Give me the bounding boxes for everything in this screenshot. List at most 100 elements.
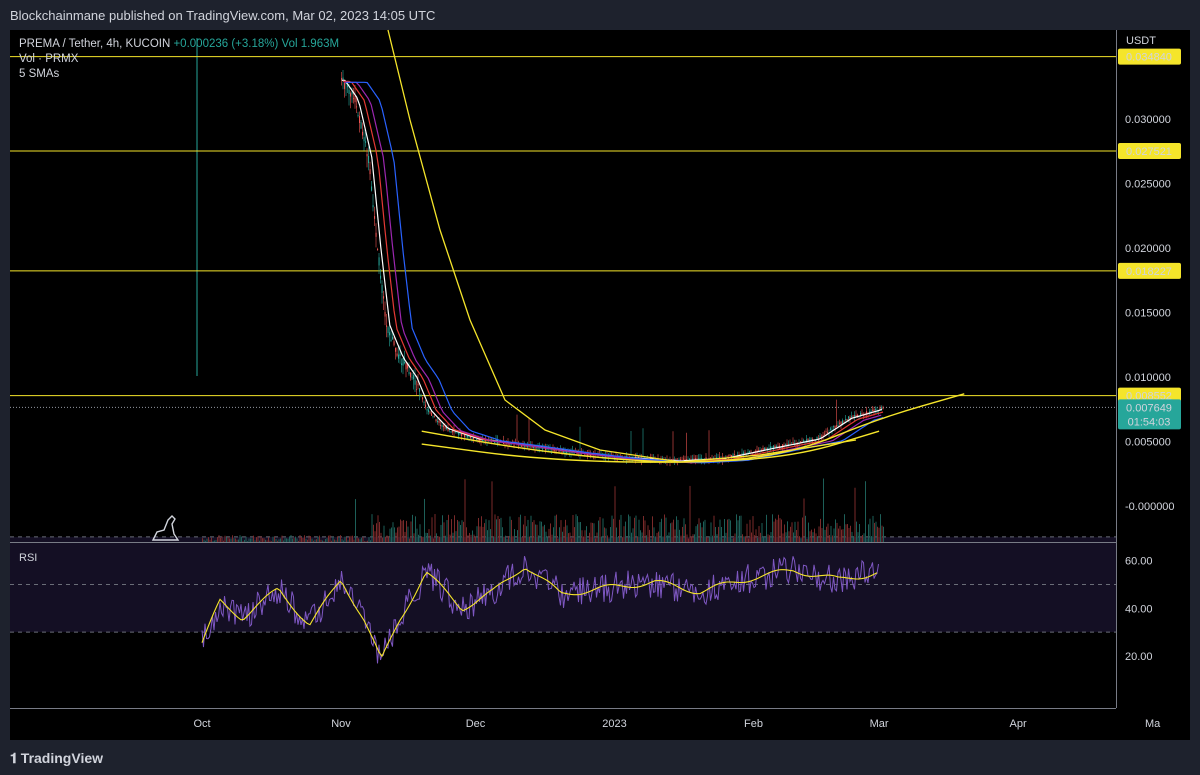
volume-bar: [791, 522, 793, 542]
candle-body: [396, 353, 398, 356]
candle-body: [383, 296, 385, 299]
volume-bar: [397, 527, 398, 542]
volume-bar: [512, 535, 514, 542]
volume-bar: [748, 538, 749, 542]
volume-bar: [466, 527, 467, 542]
volume-bar: [752, 516, 754, 542]
volume-bar: [455, 531, 457, 542]
volume-bar: [370, 540, 371, 542]
volume-bar: [464, 479, 466, 542]
volume-bar: [541, 521, 542, 542]
volume-bar: [317, 536, 319, 542]
candle-body: [852, 415, 854, 417]
rsi-label[interactable]: RSI: [19, 552, 37, 564]
volume-bar: [610, 527, 611, 542]
volume-value: Vol 1.963M: [281, 38, 340, 50]
volume-bar: [212, 540, 214, 542]
candle-body: [411, 377, 413, 379]
volume-bar: [319, 535, 320, 542]
candle-body: [408, 372, 410, 374]
volume-bar: [664, 514, 665, 542]
symbol-label[interactable]: PREMA / Tether, 4h, KUCOIN: [19, 38, 170, 50]
volume-bar: [340, 535, 341, 542]
volume-bar: [634, 517, 635, 542]
candle-body: [353, 98, 355, 100]
volume-bar: [824, 529, 826, 542]
volume-bar: [539, 521, 541, 542]
candle-body: [369, 169, 371, 175]
volume-bar: [710, 522, 712, 542]
volume-bar: [419, 524, 421, 542]
volume-bar: [395, 532, 397, 542]
volume-bar: [844, 514, 845, 542]
sma-indicator-label[interactable]: 5 SMAs: [19, 67, 339, 82]
volume-bar: [688, 538, 689, 542]
candle-body: [434, 416, 436, 418]
volume-indicator-label[interactable]: Vol · PRMX: [19, 52, 339, 67]
volume-bar: [365, 541, 367, 542]
chart-legend: PREMA / Tether, 4h, KUCOIN +0.000236 (+3…: [19, 37, 339, 82]
candle-body: [747, 451, 749, 454]
price-change: +0.000236 (+3.18%): [173, 38, 279, 50]
volume-bar: [262, 538, 263, 542]
volume-bar: [536, 524, 538, 542]
volume-bar: [583, 536, 584, 542]
tradingview-logo[interactable]: 𝟏 TradingView: [10, 750, 103, 767]
rounding-bottom-curve[interactable]: [421, 393, 965, 463]
rsi-tick-label: 60.00: [1125, 556, 1153, 568]
candle-body: [860, 412, 862, 416]
volume-bar: [565, 519, 566, 542]
volume-bar: [805, 515, 806, 542]
bar-countdown-label: 01:54:03: [1128, 416, 1171, 428]
sma-line-yellow[interactable]: [387, 29, 857, 463]
volume-bar: [716, 534, 718, 542]
volume-bar: [760, 532, 761, 542]
volume-bar: [577, 516, 578, 542]
candle-body: [404, 362, 406, 364]
volume-bar: [739, 515, 740, 542]
volume-bar: [230, 538, 232, 542]
volume-bar: [868, 524, 869, 542]
volume-bar: [337, 536, 338, 542]
volume-bar: [733, 538, 734, 542]
volume-bar: [239, 535, 241, 542]
volume-bar: [415, 516, 416, 542]
volume-bar: [227, 537, 229, 542]
volume-bar: [737, 520, 739, 542]
candle-body: [798, 443, 800, 445]
volume-bar: [656, 532, 658, 542]
volume-bar: [860, 536, 862, 542]
volume-bar: [529, 536, 530, 542]
volume-bar: [211, 537, 212, 542]
volume-bar: [206, 538, 208, 542]
tradingview-logo-icon: 𝟏: [10, 750, 18, 766]
volume-bar: [296, 538, 298, 542]
candle-body: [762, 448, 764, 451]
volume-bar: [557, 538, 559, 542]
volume-bar: [202, 538, 203, 542]
price-chart[interactable]: USDT 0.030000 0.025000 0.020000 0.015000 0.01…: [0, 0, 1200, 775]
volume-bar: [772, 514, 773, 542]
level-price-label: 0.027521: [1126, 146, 1172, 158]
volume-bar: [809, 531, 811, 542]
volume-bar: [394, 527, 395, 542]
volume-bar: [400, 519, 401, 542]
volume-bar: [794, 521, 796, 542]
volume-bar: [637, 536, 638, 542]
sma-line-blue[interactable]: [346, 81, 884, 464]
candle-body: [351, 92, 353, 95]
candle-body: [428, 409, 430, 412]
volume-bar: [790, 526, 791, 542]
volume-bar: [472, 530, 473, 542]
volume-bar: [458, 521, 460, 542]
volume-bar: [857, 532, 859, 542]
volume-bar: [691, 536, 692, 542]
volume-bar: [424, 498, 425, 542]
volume-bar: [686, 534, 688, 542]
sma-line-purple[interactable]: [344, 81, 882, 464]
volume-bar: [787, 521, 788, 542]
volume-bar: [527, 519, 529, 542]
volume-bar: [233, 538, 235, 542]
volume-bar: [571, 538, 572, 542]
candle-body: [824, 433, 826, 435]
